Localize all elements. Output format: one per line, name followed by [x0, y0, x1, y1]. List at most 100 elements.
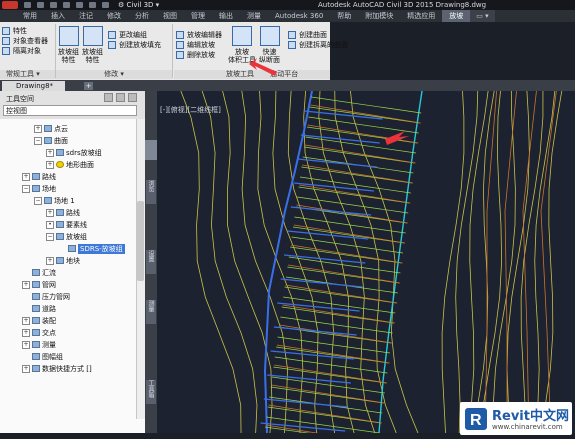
expand-toggle-icon[interactable]: + [22, 328, 30, 337]
panel-general-tools: 特性 对象查看器 隔离对象 [2, 26, 48, 56]
tab-modify[interactable]: 修改 [100, 10, 128, 22]
expand-toggle-icon[interactable]: + [22, 364, 30, 373]
expand-toggle-icon[interactable]: + [22, 340, 30, 349]
tree-node[interactable]: + 路线 [46, 207, 80, 218]
ribbon-options-button[interactable]: ▭ ▾ [470, 10, 495, 22]
grading-group-properties-button[interactable]: 放坡组 特性 [58, 26, 79, 64]
save-icon[interactable] [50, 2, 57, 8]
side-tab-survey[interactable]: 测量 [146, 300, 156, 324]
tab-autodesk-360[interactable]: Autodesk 360 [268, 10, 330, 22]
change-group-button[interactable]: 更改编组 [108, 30, 161, 40]
grading-group-properties-button-2[interactable]: 放坡组 特性 [82, 26, 103, 64]
tab-insert[interactable]: 插入 [44, 10, 72, 22]
tree-node[interactable]: + 交点 [22, 327, 56, 338]
tree-node-label: 数据快捷方式 [] [42, 364, 92, 373]
expand-toggle-icon[interactable]: − [22, 184, 30, 193]
workspace-switcher[interactable]: ⚙ Civil 3D ▾ [118, 0, 159, 10]
create-detached-surface-button[interactable]: 创建拆离的曲面 [288, 40, 348, 50]
tab-view[interactable]: 视图 [156, 10, 184, 22]
expand-toggle-icon[interactable]: + [46, 208, 54, 217]
projection-line [284, 286, 397, 304]
application-menu-button[interactable] [2, 1, 18, 9]
projection-line [309, 106, 420, 124]
side-tab-navigate[interactable]: 浏览 [146, 180, 156, 204]
toolspace-option-button[interactable] [128, 93, 137, 102]
side-tab-label: 测量 [147, 300, 154, 312]
tree-node[interactable]: + 点云 [34, 123, 68, 134]
expand-toggle-icon[interactable]: + [46, 256, 54, 265]
document-tab[interactable]: Drawing8* [2, 81, 66, 91]
tree-node[interactable]: + 管网 [22, 279, 56, 290]
tree-node[interactable]: SDRS-放坡组 [58, 243, 125, 254]
tab-featured-apps[interactable]: 精选应用 [400, 10, 442, 22]
tree-node[interactable]: 道路 [22, 303, 56, 314]
projection-line [285, 284, 398, 304]
edit-grading-icon [176, 41, 184, 49]
toolspace-option-button[interactable] [104, 93, 113, 102]
side-tab-settings[interactable]: 设置 [146, 250, 156, 274]
object-viewer-icon [2, 37, 10, 45]
projection-line [267, 406, 381, 424]
expand-toggle-icon[interactable]: − [34, 136, 42, 145]
expand-toggle-icon[interactable]: + [46, 160, 54, 169]
viewport-controls[interactable]: [-][俯视][二维线框] [160, 105, 221, 115]
tab-addins[interactable]: 附加模块 [358, 10, 400, 22]
tab-help[interactable]: 帮助 [330, 10, 358, 22]
drawing-canvas[interactable] [157, 91, 575, 433]
tab-survey[interactable]: 测量 [240, 10, 268, 22]
toolspace-resize-handle[interactable] [145, 140, 157, 160]
tree-node[interactable]: − 场地 [22, 183, 56, 194]
expand-toggle-icon[interactable]: + [22, 172, 30, 181]
expand-toggle-icon[interactable]: + [34, 124, 42, 133]
edit-grading-label: 编辑放坡 [187, 41, 215, 49]
panel-label-modify[interactable]: 修改 ▾ [56, 70, 172, 79]
expand-toggle-icon[interactable]: + [22, 316, 30, 325]
side-tab-toolbox[interactable]: 工具箱 [146, 380, 156, 404]
isolate-objects-button[interactable]: 隔离对象 [2, 46, 48, 56]
tree-node[interactable]: 汇流 [22, 267, 56, 278]
tree-node[interactable]: + 测量 [22, 339, 56, 350]
tree-node[interactable]: + 数据快捷方式 [] [22, 363, 92, 374]
tree-node[interactable]: + 地形曲面 [46, 159, 94, 170]
expand-toggle-icon[interactable]: + [22, 280, 30, 289]
tree-node[interactable]: + sdrs放坡组 [46, 147, 102, 158]
expand-toggle-icon[interactable]: • [46, 220, 54, 229]
undo-icon[interactable] [89, 2, 96, 8]
big-label: 放坡组 [82, 48, 103, 56]
create-surface-button[interactable]: 创建曲面 [288, 30, 348, 40]
panel-label-general[interactable]: 常规工具 ▾ [0, 70, 60, 79]
expand-toggle-icon[interactable]: + [46, 148, 54, 157]
saveas-icon[interactable] [63, 2, 70, 8]
toolspace-view-selector[interactable]: 控视图 [3, 105, 137, 116]
properties-button[interactable]: 特性 [2, 26, 48, 36]
create-infill-button[interactable]: 创建放坡填充 [108, 40, 161, 50]
tab-manage[interactable]: 管理 [184, 10, 212, 22]
expand-toggle-icon[interactable]: − [46, 232, 54, 241]
new-icon[interactable] [24, 2, 31, 8]
expand-toggle-icon[interactable]: − [34, 196, 42, 205]
tree-node[interactable]: + 装配 [22, 315, 56, 326]
tab-annotate[interactable]: 注记 [72, 10, 100, 22]
new-document-tab-button[interactable]: + [84, 82, 93, 90]
tree-node[interactable]: − 放坡组 [46, 231, 87, 242]
tree-node[interactable]: • 要素线 [46, 219, 87, 230]
object-viewer-button[interactable]: 对象查看器 [2, 36, 48, 46]
print-icon[interactable] [76, 2, 83, 8]
toolspace-scrollbar-thumb[interactable] [137, 201, 144, 281]
tree-node[interactable]: + 地块 [46, 255, 80, 266]
tab-analyze[interactable]: 分析 [128, 10, 156, 22]
redo-icon[interactable] [102, 2, 109, 8]
tab-grading[interactable]: 放坡 [442, 10, 471, 22]
tree-node[interactable]: 图幅组 [22, 351, 63, 362]
tree-node[interactable]: − 场地 1 [34, 195, 75, 206]
tree-node[interactable]: − 曲面 [34, 135, 68, 146]
toolspace-option-button[interactable] [116, 93, 125, 102]
tab-home[interactable]: 常用 [16, 10, 44, 22]
tree-node[interactable]: 压力管网 [22, 291, 70, 302]
open-icon[interactable] [37, 2, 44, 8]
grading-editor-button[interactable]: 放坡编辑器 [176, 30, 222, 40]
tree-node[interactable]: + 路线 [22, 171, 56, 182]
tab-output[interactable]: 输出 [212, 10, 240, 22]
edit-grading-button[interactable]: 编辑放坡 [176, 40, 222, 50]
delete-grading-button[interactable]: 删除放坡 [176, 50, 222, 60]
